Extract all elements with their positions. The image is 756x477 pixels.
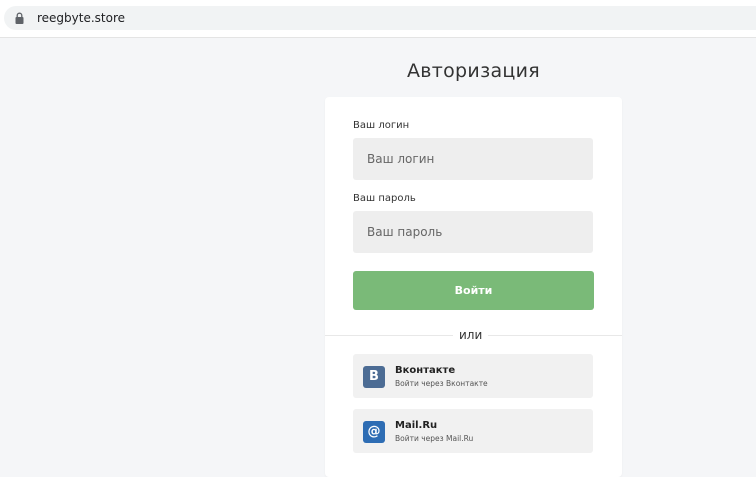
- mailru-login-subtitle: Войти через Mail.Ru: [395, 434, 474, 443]
- login-button[interactable]: Войти: [353, 271, 594, 310]
- url-text: reegbyte.store: [37, 11, 126, 25]
- mailru-login-name: Mail.Ru: [395, 420, 438, 431]
- address-bar[interactable]: reegbyte.store: [4, 6, 756, 30]
- vk-icon: В: [363, 366, 385, 388]
- login-input[interactable]: [353, 138, 593, 180]
- lock-icon: [15, 12, 24, 24]
- vk-login-name: Вконтакте: [395, 365, 456, 376]
- page-title: Авторизация: [406, 60, 541, 82]
- password-input[interactable]: [353, 211, 593, 253]
- password-label: Ваш пароль: [353, 193, 416, 204]
- login-label: Ваш логин: [353, 120, 410, 131]
- login-card: Ваш логин Ваш пароль Войти или В Вконтак…: [325, 97, 622, 477]
- vk-login-subtitle: Войти через Вконтакте: [395, 379, 488, 388]
- browser-toolbar: reegbyte.store: [0, 0, 756, 38]
- mailru-icon: @: [363, 421, 385, 443]
- or-divider-text: или: [453, 328, 489, 342]
- mailru-login-button[interactable]: @ Mail.Ru Войти через Mail.Ru: [353, 409, 593, 453]
- vk-login-button[interactable]: В Вконтакте Войти через Вконтакте: [353, 354, 593, 398]
